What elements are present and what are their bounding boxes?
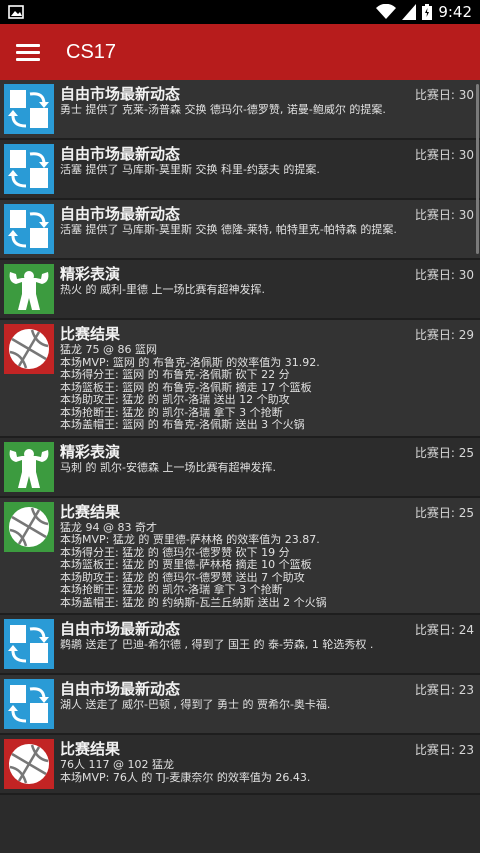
news-item-line: 本场抢断王: 猛龙 的 凯尔-洛瑞 拿下 3 个抢断: [60, 584, 283, 596]
basketball-icon: [9, 744, 49, 784]
signal-icon: [402, 4, 417, 20]
news-item[interactable]: 自由市场最新动态 比赛日: 24 鹈鹕 送走了 巴迪-希尔德 , 得到了 国王 的 …: [0, 615, 480, 675]
news-item-line: 本场得分王: 猛龙 的 德玛尔-德罗赞 砍下 19 分: [60, 546, 290, 559]
news-item-title: 精彩表演: [60, 265, 121, 283]
news-item-day: 比赛日: 25: [414, 505, 474, 520]
news-item-content: 精彩表演 比赛日: 25 马刺 的 凯尔-安德森 上一场比赛有超神发挥.: [60, 442, 476, 475]
trade-swap-icon: [8, 625, 49, 663]
news-item-thumbnail: [4, 324, 54, 374]
strongman-icon: [9, 271, 49, 310]
news-list[interactable]: 自由市场最新动态 比赛日: 30 勇士 提供了 克莱-汤普森 交换 德玛尔-德罗赞,…: [0, 80, 480, 853]
news-item-title: 自由市场最新动态: [60, 205, 181, 223]
news-item-line: 本场得分王: 篮网 的 布鲁克-洛佩斯 砍下 22 分: [60, 369, 290, 381]
news-item-thumbnail: [4, 204, 54, 254]
strongman-icon: [9, 448, 49, 488]
news-item-title: 比赛结果: [60, 325, 121, 343]
news-item-title: 精彩表演: [60, 442, 121, 461]
news-item-line: 猛龙 94 @ 83 奇才: [60, 521, 157, 534]
news-item-line: 本场抢断王: 猛龙 的 凯尔-洛瑞 拿下 3 个抢断: [60, 406, 283, 419]
gallery-notification-icon: [8, 5, 24, 19]
status-time: 9:42: [438, 3, 472, 21]
news-item-line: 湖人 送走了 威尔-巴顿 , 得到了 勇士 的 贾希尔-奥卡福.: [60, 699, 331, 711]
news-item-line: 活塞 提供了 马库斯-莫里斯 交换 德隆-莱特, 帕特里克-帕特森 的提案.: [60, 224, 397, 236]
news-item[interactable]: 精彩表演 比赛日: 25 马刺 的 凯尔-安德森 上一场比赛有超神发挥.: [0, 437, 480, 498]
news-item-day: 比赛日: 30: [414, 208, 474, 222]
news-item[interactable]: 精彩表演 比赛日: 30 热火 的 威利-里德 上一场比赛有超神发挥.: [0, 260, 480, 320]
news-item-line: 本场助攻王: 猛龙 的 德玛尔-德罗赞 送出 7 个助攻: [60, 571, 305, 584]
news-item-line: 热火 的 威利-里德 上一场比赛有超神发挥.: [60, 284, 265, 296]
news-item-line: 本场篮板王: 猛龙 的 贾里德-萨林格 摘走 10 个篮板: [60, 559, 312, 571]
news-item-day: 比赛日: 24: [414, 623, 474, 637]
news-item-title: 自由市场最新动态: [60, 620, 181, 638]
news-item-content: 自由市场最新动态 比赛日: 30 活塞 提供了 马库斯-莫里斯 交换 科里-约瑟夫 …: [60, 144, 476, 177]
news-item-content: 自由市场最新动态 比赛日: 30 勇士 提供了 克莱-汤普森 交换 德玛尔-德罗赞,…: [60, 84, 476, 117]
news-item-title: 比赛结果: [60, 740, 121, 758]
news-item-day: 比赛日: 30: [414, 88, 474, 102]
battery-icon: [422, 4, 433, 20]
news-item[interactable]: 比赛结果 比赛日: 25 猛龙 94 @ 83 奇才 本场MVP: 猛龙 的 贾里德-…: [0, 497, 480, 615]
news-item-line: 本场助攻王: 猛龙 的 凯尔-洛瑞 送出 12 个助攻: [60, 394, 290, 406]
menu-icon[interactable]: [16, 40, 40, 64]
news-item-title: 自由市场最新动态: [60, 680, 181, 698]
news-item-line: 76人 117 @ 102 猛龙: [60, 759, 174, 771]
news-item-thumbnail: [4, 501, 54, 552]
news-item-line: 鹈鹕 送走了 巴迪-希尔德 , 得到了 国王 的 泰-劳森, 1 轮选秀权 .: [60, 639, 374, 651]
news-item[interactable]: 自由市场最新动态 比赛日: 30 活塞 提供了 马库斯-莫里斯 交换 德隆-莱特, …: [0, 200, 480, 260]
news-item-content: 自由市场最新动态 比赛日: 23 湖人 送走了 威尔-巴顿 , 得到了 勇士 的 贾…: [60, 679, 476, 712]
news-item-thumbnail: [4, 144, 54, 194]
news-item-title: 比赛结果: [60, 502, 121, 521]
news-item-content: 自由市场最新动态 比赛日: 24 鹈鹕 送走了 巴迪-希尔德 , 得到了 国王 的 …: [60, 619, 476, 652]
news-item-day: 比赛日: 23: [414, 683, 474, 697]
news-item-day: 比赛日: 30: [414, 148, 474, 162]
news-item[interactable]: 自由市场最新动态 比赛日: 23 湖人 送走了 威尔-巴顿 , 得到了 勇士 的 贾…: [0, 675, 480, 735]
app-toolbar: CS17: [0, 24, 480, 80]
trade-swap-icon: [8, 90, 49, 128]
news-item[interactable]: 比赛结果 比赛日: 23 76人 117 @ 102 猛龙 本场MVP: 76人 的 …: [0, 735, 480, 795]
trade-swap-icon: [8, 210, 49, 248]
news-item-line: 本场篮板王: 篮网 的 布鲁克-洛佩斯 摘走 17 个篮板: [60, 381, 312, 394]
news-item-thumbnail: [4, 679, 54, 729]
news-item-thumbnail: [4, 739, 54, 789]
news-item-line: 勇士 提供了 克莱-汤普森 交换 德玛尔-德罗赞, 诺曼-鲍威尔 的提案.: [60, 104, 386, 116]
news-item-content: 精彩表演 比赛日: 30 热火 的 威利-里德 上一场比赛有超神发挥.: [60, 264, 476, 297]
news-item[interactable]: 自由市场最新动态 比赛日: 30 勇士 提供了 克莱-汤普森 交换 德玛尔-德罗赞,…: [0, 80, 480, 140]
status-bar: 9:42: [0, 0, 480, 24]
news-item[interactable]: 自由市场最新动态 比赛日: 30 活塞 提供了 马库斯-莫里斯 交换 科里-约瑟夫 …: [0, 140, 480, 200]
news-item-thumbnail: [4, 619, 54, 669]
news-item[interactable]: 比赛结果 比赛日: 29 猛龙 75 @ 86 篮网 本场MVP: 篮网 的 布鲁克-…: [0, 320, 480, 438]
news-item-title: 自由市场最新动态: [60, 145, 181, 163]
news-item-content: 自由市场最新动态 比赛日: 30 活塞 提供了 马库斯-莫里斯 交换 德隆-莱特, …: [60, 204, 476, 237]
news-item-day: 比赛日: 23: [414, 743, 474, 757]
news-item-content: 比赛结果 比赛日: 23 76人 117 @ 102 猛龙 本场MVP: 76人 的 …: [60, 739, 476, 784]
news-item-line: 本场MVP: 猛龙 的 贾里德-萨林格 的效率值为 23.87.: [60, 534, 320, 546]
news-item-title: 自由市场最新动态: [60, 85, 181, 103]
news-item-thumbnail: [4, 84, 54, 134]
news-item-day: 比赛日: 29: [414, 328, 474, 342]
trade-swap-icon: [8, 150, 49, 188]
news-item-thumbnail: [4, 264, 54, 314]
news-item-line: 马刺 的 凯尔-安德森 上一场比赛有超神发挥.: [60, 461, 276, 474]
wifi-icon: [376, 4, 397, 19]
news-item-content: 比赛结果 比赛日: 25 猛龙 94 @ 83 奇才 本场MVP: 猛龙 的 贾里德-…: [60, 502, 476, 610]
news-item-content: 比赛结果 比赛日: 29 猛龙 75 @ 86 篮网 本场MVP: 篮网 的 布鲁克-…: [60, 324, 476, 432]
app-title: CS17: [66, 40, 117, 63]
news-item-thumbnail: [4, 441, 54, 492]
news-item-line: 本场盖帽王: 篮网 的 布鲁克-洛佩斯 送出 3 个火锅: [60, 419, 305, 431]
news-item-line: 活塞 提供了 马库斯-莫里斯 交换 科里-约瑟夫 的提案.: [60, 164, 320, 176]
news-item-day: 比赛日: 25: [414, 445, 474, 460]
news-item-line: 本场MVP: 76人 的 TJ-麦康奈尔 的效率值为 26.43.: [60, 771, 311, 784]
scrollbar[interactable]: [476, 84, 479, 254]
news-item-line: 猛龙 75 @ 86 篮网: [60, 344, 157, 356]
trade-swap-icon: [8, 685, 49, 723]
news-item-line: 本场MVP: 篮网 的 布鲁克-洛佩斯 的效率值为 31.92.: [60, 356, 320, 369]
basketball-icon: [9, 506, 49, 547]
basketball-icon: [9, 329, 49, 369]
news-item-day: 比赛日: 30: [414, 268, 474, 282]
news-item-line: 本场盖帽王: 猛龙 的 约纳斯-瓦兰丘纳斯 送出 2 个火锅: [60, 596, 327, 609]
